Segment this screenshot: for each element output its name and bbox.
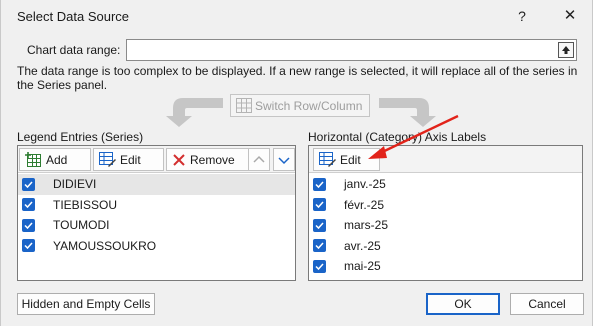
- series-checkbox[interactable]: [22, 177, 35, 191]
- add-series-button[interactable]: Add: [19, 148, 91, 171]
- category-checkbox[interactable]: [313, 239, 326, 253]
- category-row[interactable]: mai-25: [309, 256, 582, 277]
- move-up-button[interactable]: [248, 148, 270, 171]
- legend-entries-panel: Add Edit Remove DIDIEVI TIEBISSOU TOUMOD…: [17, 145, 296, 281]
- add-series-label: Add: [46, 152, 68, 167]
- edit-series-label: Edit: [120, 152, 141, 167]
- category-row[interactable]: févr.-25: [309, 195, 582, 216]
- remove-x-icon: [172, 153, 186, 167]
- series-toolbar: Add Edit Remove: [18, 146, 295, 173]
- collapse-dialog-icon[interactable]: [558, 42, 574, 58]
- switch-row-column-button[interactable]: Switch Row/Column: [230, 94, 370, 117]
- series-label: TIEBISSOU: [53, 197, 118, 212]
- series-label: DIDIEVI: [53, 177, 97, 192]
- category-label: janv.-25: [344, 177, 386, 192]
- category-label: mars-25: [344, 218, 389, 233]
- series-list: DIDIEVI TIEBISSOU TOUMODI YAMOUSSOUKRO: [18, 174, 295, 256]
- series-row[interactable]: TIEBISSOU: [18, 195, 295, 216]
- switch-row-column-label: Switch Row/Column: [255, 98, 363, 113]
- edit-category-icon: [319, 152, 336, 167]
- series-checkbox[interactable]: [22, 239, 35, 253]
- add-series-icon: [25, 152, 42, 167]
- series-row[interactable]: DIDIEVI: [18, 174, 295, 195]
- chart-data-range-input[interactable]: [126, 39, 577, 61]
- select-data-source-dialog: Select Data Source ? ✕ Chart data range:…: [0, 0, 593, 326]
- category-label: avr.-25: [344, 238, 381, 253]
- edit-category-label: Edit: [340, 152, 361, 167]
- series-row[interactable]: TOUMODI: [18, 215, 295, 236]
- category-checkbox[interactable]: [313, 259, 326, 273]
- chart-data-range-label: Chart data range:: [27, 43, 121, 57]
- move-down-button[interactable]: [273, 148, 295, 171]
- remove-series-button[interactable]: Remove: [166, 148, 259, 171]
- category-row[interactable]: avr.-25: [309, 236, 582, 257]
- close-button[interactable]: ✕: [561, 7, 579, 25]
- category-label: mai-25: [344, 259, 381, 274]
- category-label: févr.-25: [344, 197, 385, 212]
- remove-series-label: Remove: [190, 152, 235, 167]
- series-label: TOUMODI: [53, 218, 110, 233]
- curved-arrow-left-icon: [166, 98, 223, 127]
- category-row[interactable]: mars-25: [309, 215, 582, 236]
- cancel-button[interactable]: Cancel: [510, 293, 584, 315]
- edit-series-button[interactable]: Edit: [93, 148, 164, 171]
- edit-series-icon: [99, 152, 116, 167]
- annotation-arrow-icon: [368, 114, 459, 159]
- switch-row-column-icon: [236, 98, 252, 113]
- category-row[interactable]: janv.-25: [309, 174, 582, 195]
- category-axis-panel: Edit janv.-25 févr.-25 mars-25 avr.-25 m…: [308, 145, 583, 281]
- series-row[interactable]: YAMOUSSOUKRO: [18, 236, 295, 257]
- hidden-empty-cells-button[interactable]: Hidden and Empty Cells: [17, 293, 155, 315]
- series-checkbox[interactable]: [22, 198, 35, 212]
- category-list: janv.-25 févr.-25 mars-25 avr.-25 mai-25: [309, 174, 582, 277]
- chevron-up-icon: [253, 155, 265, 165]
- range-info-message: The data range is too complex to be disp…: [17, 64, 578, 92]
- category-checkbox[interactable]: [313, 198, 326, 212]
- dialog-title: Select Data Source: [17, 9, 130, 24]
- category-checkbox[interactable]: [313, 177, 326, 191]
- title-bar: Select Data Source ? ✕: [1, 0, 592, 34]
- ok-button[interactable]: OK: [426, 293, 500, 315]
- legend-entries-label: Legend Entries (Series): [17, 130, 144, 144]
- series-checkbox[interactable]: [22, 218, 35, 232]
- category-checkbox[interactable]: [313, 218, 326, 232]
- chevron-down-icon: [278, 155, 290, 165]
- series-label: YAMOUSSOUKRO: [53, 238, 157, 253]
- help-button[interactable]: ?: [513, 7, 531, 25]
